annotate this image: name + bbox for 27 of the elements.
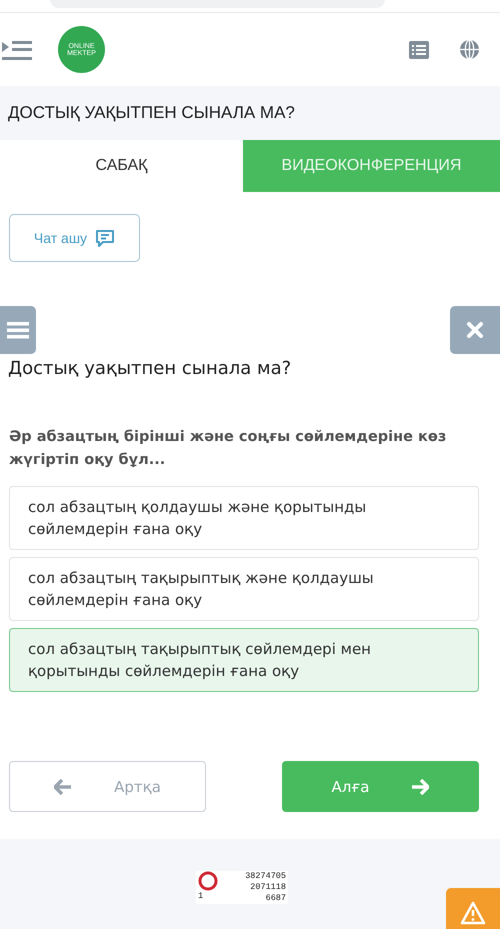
open-chat-button[interactable]: Чат ашу <box>9 214 140 262</box>
report-button[interactable] <box>446 888 500 929</box>
question-text: Әр абзацтың бірінші және соңғы сөйлемдеріне көз жүгіртіп оқу бұл... <box>8 428 448 470</box>
menu-icon <box>7 320 29 340</box>
arrow-left-icon <box>54 778 72 794</box>
answer-option[interactable]: сол абзацтың қолдаушы және қорытынды сөйлемдерін ғана оқу <box>9 486 479 550</box>
counter-number: 2071118 <box>250 882 286 893</box>
list-icon[interactable] <box>409 40 429 58</box>
next-button[interactable]: Алға <box>282 761 479 812</box>
menu-button[interactable] <box>0 306 36 354</box>
counter-number: 6687 <box>266 893 286 904</box>
back-button[interactable]: Артқа <box>9 761 206 812</box>
answer-option[interactable]: сол абзацтың тақырыптық және қолдаушы сөйлемдерін ғана оқу <box>9 557 479 621</box>
tab[interactable]: ВИДЕОКОНФЕРЕНЦИЯ <box>243 140 500 192</box>
lesson-title: ДОСТЫҚ УАҚЫТПЕН СЫНАЛА МА? <box>8 103 295 123</box>
answer-option[interactable]: сол абзацтың тақырыптық сөйлемдері мен қорытынды сөйлемдерін ғана оқу <box>9 628 479 692</box>
counter-number: 38274705 <box>245 871 286 882</box>
ring-icon <box>198 871 218 891</box>
close-button[interactable] <box>450 306 500 354</box>
globe-icon[interactable] <box>459 39 480 60</box>
chat-icon <box>95 228 116 248</box>
counter-number: 1 <box>198 891 204 902</box>
arrow-right-icon <box>411 778 430 794</box>
tab[interactable]: САБАҚ <box>0 140 243 192</box>
question-title: Достық уақытпен сынала ма? <box>7 357 292 381</box>
close-icon <box>466 321 484 339</box>
warning-icon <box>460 901 486 925</box>
